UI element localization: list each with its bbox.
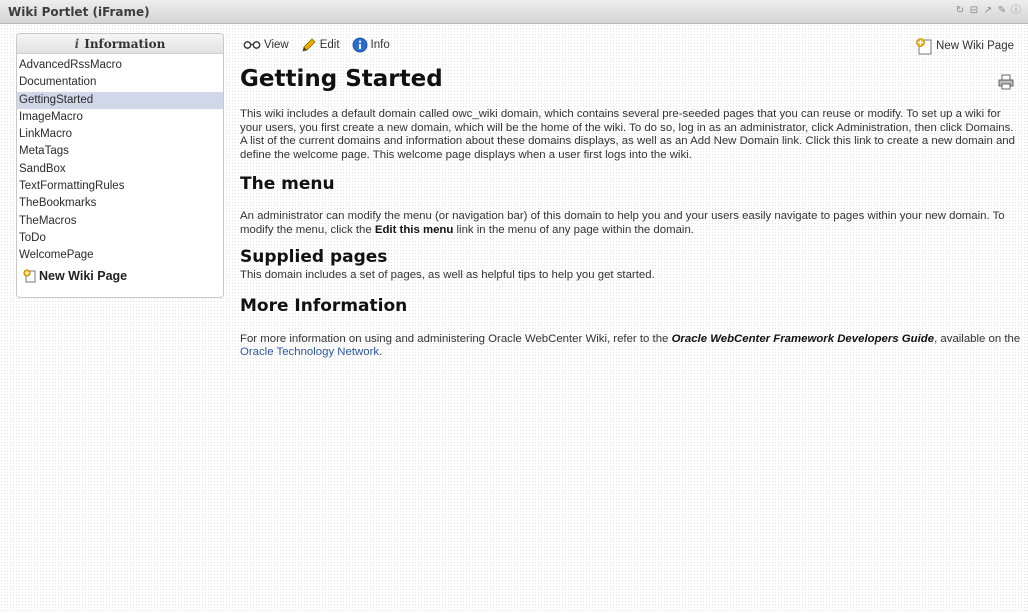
menu-text-after: link in the menu of any page within the … <box>453 223 694 236</box>
sidebar-item-todo[interactable]: ToDo <box>17 230 223 247</box>
sidebar: i Information AdvancedRssMacro Documenta… <box>16 33 224 298</box>
sidebar-item-advancedrssmacro[interactable]: AdvancedRssMacro <box>17 57 223 74</box>
refresh-icon[interactable]: ↻ <box>954 5 966 17</box>
portlet-titlebar: Wiki Portlet (iFrame) ↻ ⊟ ↗ ✎ ⓘ <box>0 0 1028 24</box>
minimize-icon[interactable]: ⊟ <box>968 5 980 17</box>
intro-paragraph: This wiki includes a default domain call… <box>240 108 1015 161</box>
print-icon[interactable] <box>998 74 1014 93</box>
supplied-pages-paragraph: This domain includes a set of pages, as … <box>240 269 655 281</box>
sidebar-item-metatags[interactable]: MetaTags <box>17 143 223 160</box>
supplied-pages-heading: Supplied pages <box>240 247 388 267</box>
new-page-icon <box>23 269 36 283</box>
edit-label: Edit <box>319 39 340 51</box>
sidebar-item-thebookmarks[interactable]: TheBookmarks <box>17 195 223 212</box>
more-information-heading: More Information <box>240 295 408 316</box>
sidebar-new-wiki-page-label: New Wiki Page <box>39 268 128 283</box>
pencil-icon <box>302 38 316 52</box>
more-text-mid: , available on the <box>934 332 1021 345</box>
help-icon[interactable]: ⓘ <box>1010 5 1022 17</box>
view-button[interactable]: View <box>243 39 289 51</box>
more-text-end: . <box>379 346 383 358</box>
more-text-before: For more information on using and admini… <box>240 332 672 345</box>
info-label: Info <box>370 39 390 51</box>
glasses-icon <box>243 41 261 49</box>
information-icon: i <box>74 36 80 51</box>
info-button[interactable]: Info <box>352 37 390 53</box>
sidebar-item-linkmacro[interactable]: LinkMacro <box>17 126 223 143</box>
sidebar-item-documentation[interactable]: Documentation <box>17 74 223 91</box>
edit-button[interactable]: Edit <box>301 37 340 53</box>
view-label: View <box>264 39 289 51</box>
sidebar-header: i Information <box>17 34 223 54</box>
edit-icon[interactable]: ✎ <box>996 5 1008 17</box>
new-wiki-page-button[interactable]: New Wiki Page <box>915 37 1014 55</box>
new-wiki-page-label: New Wiki Page <box>936 40 1014 52</box>
menu-heading: The menu <box>240 174 335 194</box>
oracle-technology-network-link[interactable]: Oracle Technology Network <box>240 346 379 358</box>
sidebar-item-gettingstarted[interactable]: GettingStarted <box>17 91 223 109</box>
page-toolbar: View Edit Info <box>243 37 390 53</box>
sidebar-new-wiki-page-link[interactable]: New Wiki Page <box>17 269 223 283</box>
page-content: Getting Started This wiki includes a def… <box>240 66 1022 360</box>
developers-guide-title: Oracle WebCenter Framework Developers Gu… <box>671 332 935 345</box>
new-page-icon <box>916 38 932 55</box>
portlet-controls: ↻ ⊟ ↗ ✎ ⓘ <box>954 5 1022 17</box>
portlet-title: Wiki Portlet (iFrame) <box>8 5 150 19</box>
menu-paragraph: An administrator can modify the menu (or… <box>240 210 1022 237</box>
sidebar-item-sandbox[interactable]: SandBox <box>17 161 223 178</box>
page-list: AdvancedRssMacro Documentation GettingSt… <box>17 54 223 265</box>
sidebar-item-imagemacro[interactable]: ImageMacro <box>17 109 223 126</box>
edit-this-menu-text: Edit this menu <box>374 223 454 236</box>
page-title: Getting Started <box>240 66 443 92</box>
sidebar-item-textformattingrules[interactable]: TextFormattingRules <box>17 178 223 195</box>
sidebar-item-welcomepage[interactable]: WelcomePage <box>17 247 223 264</box>
sidebar-item-themacros[interactable]: TheMacros <box>17 213 223 230</box>
more-information-paragraph: For more information on using and admini… <box>240 333 1022 360</box>
sidebar-heading: Information <box>84 36 166 51</box>
popout-icon[interactable]: ↗ <box>982 5 994 17</box>
info-icon <box>352 37 367 53</box>
